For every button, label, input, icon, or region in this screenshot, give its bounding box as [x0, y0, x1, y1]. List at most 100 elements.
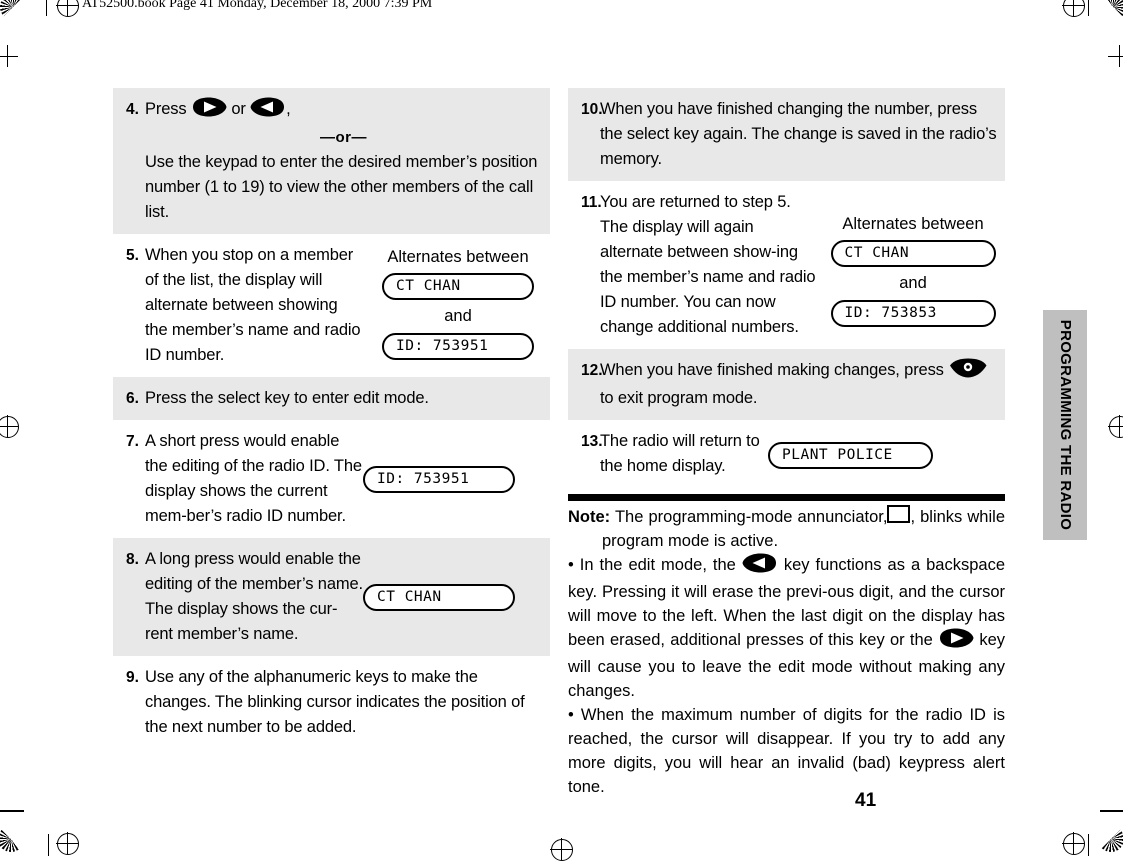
- note-bullet1-part-a: • In the edit mode, the: [568, 556, 736, 574]
- step-4-comma: ,: [286, 100, 291, 118]
- step-12-paragraph: When you have finished making changes, p…: [600, 358, 997, 411]
- step-13-display-art: PLANT POLICE: [768, 429, 958, 479]
- step-12-text-after: to exit program mode.: [600, 389, 758, 407]
- step-9: 9. Use any of the alphanumeric keys to m…: [113, 656, 550, 749]
- step-6: 6. Press the select key to enter edit mo…: [113, 377, 550, 420]
- note-block: Note: The programming-mode annunciator,,…: [568, 505, 1005, 799]
- note-label: Note:: [568, 508, 611, 526]
- step-7-lcd: ID: 753951: [363, 465, 515, 493]
- step-11-lcd-top: CT CHAN: [830, 240, 996, 267]
- step-13-number: 13.: [581, 433, 603, 450]
- step-6-number: 6.: [126, 390, 139, 407]
- step-8-number: 8.: [126, 551, 139, 568]
- step-4-or-divider: —or—: [320, 129, 367, 146]
- step-11-text: You are returned to step 5. The display …: [600, 190, 818, 340]
- crop-tick-bottom-right-vertical: [1088, 834, 1089, 856]
- step-9-paragraph: Use any of the alphanumeric keys to make…: [145, 668, 525, 736]
- step-5-lcd-bottom: ID: 753951: [382, 333, 534, 360]
- step-5-and-label: and: [444, 307, 472, 325]
- halftone-wedge-bottom-left: [0, 826, 24, 852]
- registration-circle-bottom-right: [1063, 833, 1085, 855]
- registration-circle-bottom-left: [57, 833, 79, 855]
- crop-tick-top-left-vertical: [46, 0, 47, 16]
- step-11-lcd-top-text: CT CHAN: [844, 245, 910, 262]
- right-column: 10. When you have finished changing the …: [568, 88, 1005, 799]
- step-8-text: A long press would enable the editing of…: [145, 547, 363, 647]
- running-head: AT52500.book Page 41 Monday, December 18…: [82, 0, 433, 11]
- left-arrow-key-icon-note: [742, 553, 778, 580]
- step-12-text: When you have finished making changes, p…: [600, 358, 997, 411]
- side-tab-programming-the-radio: PROGRAMMING THE RADIO: [1043, 310, 1087, 540]
- step-11-number: 11.: [581, 194, 602, 211]
- step-9-text: Use any of the alphanumeric keys to make…: [145, 665, 542, 740]
- note-bullet-1: • In the edit mode, the key functions as…: [568, 553, 1005, 703]
- step-9-number: 9.: [126, 669, 139, 686]
- step-11-display-art: Alternates between CT CHAN and ID: 75385…: [818, 190, 1008, 340]
- step-8-lcd-text: CT CHAN: [377, 588, 442, 605]
- step-4-paragraph: Use the keypad to enter the desired memb…: [145, 153, 538, 221]
- step-13: 13. The radio will return to the home di…: [568, 420, 1005, 488]
- step-8-paragraph: A long press would enable the editing of…: [145, 550, 363, 643]
- step-4-number: 4.: [126, 101, 139, 118]
- step-11-and-label: and: [899, 274, 927, 292]
- step-7-lcd-text: ID: 753951: [377, 470, 470, 487]
- step-7-number: 7.: [126, 433, 139, 450]
- step-5-text: When you stop on a member of the list, t…: [145, 243, 363, 368]
- registration-cross-right-mid: [1108, 45, 1123, 67]
- step-10-number: 10.: [581, 101, 603, 118]
- step-13-lcd: PLANT POLICE: [768, 441, 933, 469]
- crop-tick-bottom-left-vertical: [48, 834, 49, 856]
- step-5: 5. When you stop on a member of the list…: [113, 234, 550, 377]
- step-7-text: A short press would enable the editing o…: [145, 429, 363, 529]
- halftone-wedge-top-right: [1100, 0, 1123, 20]
- step-5-lcd-top-text: CT CHAN: [396, 278, 461, 295]
- step-10-text: When you have finished changing the numb…: [600, 97, 997, 172]
- step-13-paragraph: The radio will return to the home displa…: [600, 432, 760, 475]
- step-7-display-art: ID: 753951: [363, 429, 553, 529]
- note-first-paragraph: Note: The programming-mode annunciator,,…: [568, 505, 1005, 553]
- step-11-lcd-bottom: ID: 753853: [830, 300, 996, 327]
- step-5-number: 5.: [126, 247, 139, 264]
- right-arrow-key-icon-note: [938, 628, 974, 655]
- step-5-alternates-label: Alternates between: [387, 248, 529, 266]
- step-5-lcd-bottom-text: ID: 753951: [396, 338, 489, 355]
- step-4-press-label: Press: [145, 100, 187, 118]
- step-6-text: Press the select key to enter edit mode.: [145, 386, 542, 411]
- step-11-alternates-label: Alternates between: [842, 215, 984, 233]
- left-arrow-key-icon: [250, 97, 286, 125]
- step-5-display-art: Alternates between CT CHAN and ID: 75395…: [363, 243, 553, 368]
- step-7: 7. A short press would enable the editin…: [113, 420, 550, 538]
- right-arrow-key-icon: [191, 97, 227, 125]
- step-5-lcd-top: CT CHAN: [382, 273, 534, 300]
- registration-circle-bottom-center: [551, 839, 573, 861]
- crop-tick-left-edge: [0, 810, 24, 812]
- step-10: 10. When you have finished changing the …: [568, 88, 1005, 181]
- step-5-paragraph: When you stop on a member of the list, t…: [145, 246, 361, 364]
- note-divider-rule: [568, 494, 1005, 501]
- step-4: 4. Press or , —or— Use the keypad to ent…: [113, 88, 550, 234]
- step-10-paragraph: When you have finished changing the numb…: [600, 100, 997, 168]
- step-4-or-label: or: [231, 100, 246, 118]
- step-13-text: The radio will return to the home displa…: [600, 429, 768, 479]
- note-sentence-part-a: The programming-mode annunciator,: [614, 508, 888, 526]
- step-13-lcd-text: PLANT POLICE: [782, 446, 893, 463]
- step-12: 12. When you have finished making change…: [568, 349, 1005, 420]
- halftone-wedge-top-left: [0, 0, 26, 20]
- step-11-lcd-bottom-text: ID: 753853: [844, 305, 937, 322]
- home-key-icon: [948, 358, 988, 386]
- step-6-paragraph: Press the select key to enter edit mode.: [145, 389, 429, 407]
- step-8-lcd: CT CHAN: [363, 583, 515, 611]
- halftone-wedge-bottom-right: [1098, 826, 1123, 852]
- side-tab-label: PROGRAMMING THE RADIO: [1057, 319, 1074, 531]
- step-4-text: Press or , —or— Use the keypad to enter …: [145, 97, 542, 225]
- registration-cross-left-mid: [0, 45, 18, 67]
- page-number: 41: [855, 790, 877, 811]
- crop-tick-top-right-vertical: [1088, 0, 1089, 16]
- step-12-text-before: When you have finished making changes, p…: [600, 361, 944, 379]
- step-4-line1: Press or ,: [145, 97, 542, 125]
- step-11: 11. You are returned to step 5. The disp…: [568, 181, 1005, 349]
- step-7-paragraph: A short press would enable the editing o…: [145, 432, 362, 525]
- left-column: 4. Press or , —or— Use the keypad to ent…: [113, 88, 550, 749]
- page-canvas: AT52500.book Page 41 Monday, December 18…: [0, 0, 1123, 861]
- crop-tick-right-edge: [1100, 810, 1123, 812]
